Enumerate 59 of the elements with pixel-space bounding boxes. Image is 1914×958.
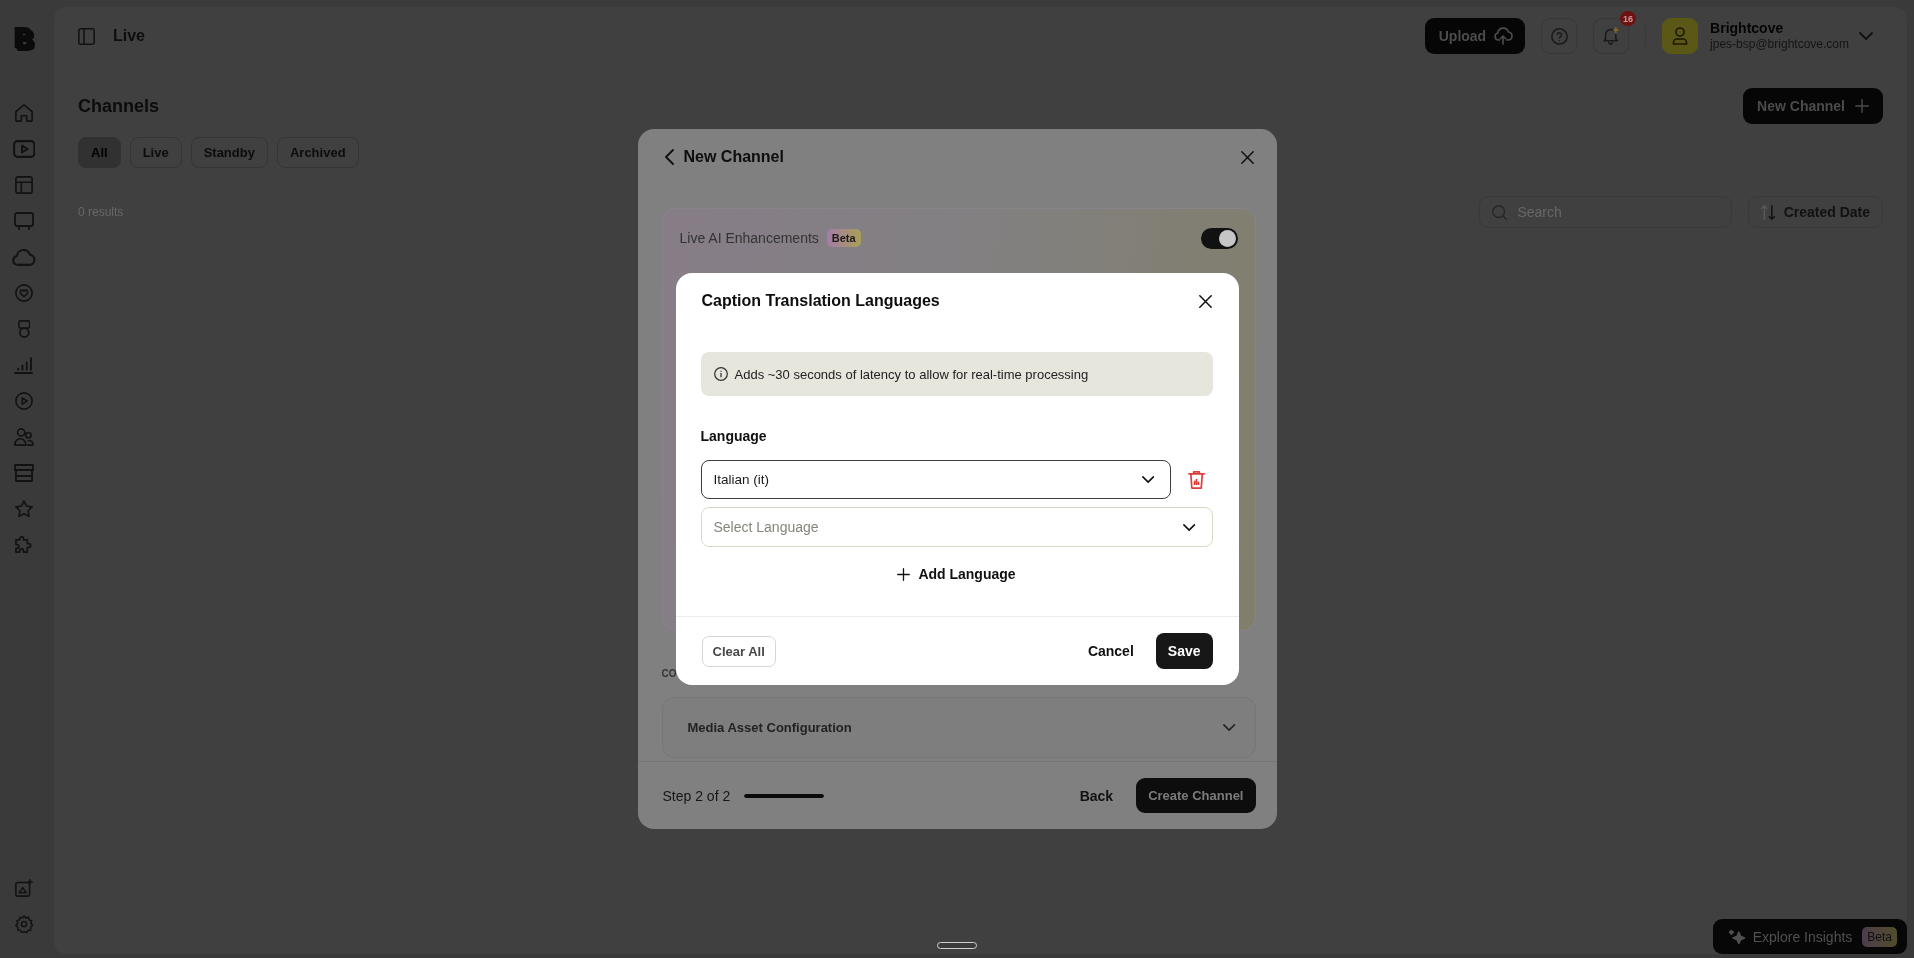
save-button[interactable]: Save — [1155, 633, 1213, 669]
users-icon[interactable] — [14, 428, 34, 446]
sidebar-toggle-icon[interactable] — [78, 27, 95, 45]
upload-button[interactable]: Upload — [1424, 18, 1526, 54]
create-channel-button[interactable]: Create Channel — [1136, 778, 1256, 813]
clear-all-button[interactable]: Clear All — [701, 635, 776, 667]
play-square-icon[interactable] — [12, 140, 36, 158]
play-circle-icon[interactable] — [15, 392, 33, 410]
help-button[interactable] — [1541, 18, 1578, 54]
sparkle-icon — [1728, 929, 1745, 944]
star-icon[interactable] — [15, 500, 33, 518]
add-image-icon[interactable] — [15, 879, 33, 897]
chevron-down-icon — [1223, 724, 1236, 731]
beta-badge: Beta — [1862, 926, 1897, 947]
dialog-title: New Channel — [683, 148, 784, 166]
heart-circle-icon[interactable] — [15, 284, 33, 302]
cloud-icon[interactable] — [12, 248, 36, 266]
sort-icon — [1761, 204, 1776, 220]
archive-icon[interactable] — [14, 464, 34, 482]
chevron-down-icon — [1183, 523, 1196, 531]
cloud-upload-icon — [1494, 27, 1514, 45]
account-name: Brightcove — [1710, 20, 1785, 37]
toggle-switch[interactable] — [1200, 227, 1238, 249]
home-icon[interactable] — [15, 104, 33, 122]
back-chevron-icon[interactable] — [664, 149, 674, 165]
settings-icon[interactable] — [15, 915, 33, 933]
plus-icon — [1855, 99, 1869, 113]
new-channel-button[interactable]: New Channel — [1743, 88, 1883, 124]
chevron-down-icon[interactable] — [1859, 32, 1873, 40]
trash-icon[interactable] — [1188, 470, 1206, 489]
help-icon — [1550, 27, 1568, 45]
info-icon — [713, 367, 728, 381]
add-language-button[interactable]: Add Language — [897, 560, 1016, 588]
step-indicator: Step 2 of 2 — [662, 787, 731, 804]
close-icon[interactable] — [1198, 294, 1212, 308]
notification-badge: 16 — [1620, 11, 1637, 26]
search-icon — [1492, 204, 1508, 220]
avatar-icon[interactable] — [1662, 18, 1699, 54]
beta-badge: Beta — [826, 229, 861, 247]
section-label: CO — [661, 667, 677, 681]
notice-text: Adds ~30 seconds of latency to allow for real-time processing — [734, 366, 1089, 382]
field-label: Language — [700, 427, 767, 445]
bar-chart-icon[interactable] — [14, 356, 34, 374]
tv-icon[interactable] — [14, 212, 34, 230]
plus-icon — [897, 567, 911, 581]
cancel-button[interactable]: Cancel — [1087, 643, 1134, 659]
layout-icon[interactable] — [15, 176, 33, 194]
back-button[interactable]: Back — [1079, 787, 1114, 804]
medal-icon[interactable] — [17, 320, 31, 338]
language-select[interactable]: Italian (it) — [700, 460, 1172, 499]
explore-insights-button[interactable]: Explore Insights Beta — [1712, 919, 1907, 954]
dialog-title: Caption Translation Languages — [701, 292, 940, 310]
accordion-section[interactable]: Media Asset Configuration — [661, 697, 1256, 758]
language-select[interactable]: Select Language — [700, 507, 1213, 547]
bell-icon — [1603, 27, 1619, 45]
card-title: Live AI Enhancements — [679, 230, 819, 246]
chevron-down-icon — [1142, 476, 1155, 483]
puzzle-icon[interactable] — [15, 536, 33, 554]
drag-handle[interactable] — [937, 942, 977, 949]
